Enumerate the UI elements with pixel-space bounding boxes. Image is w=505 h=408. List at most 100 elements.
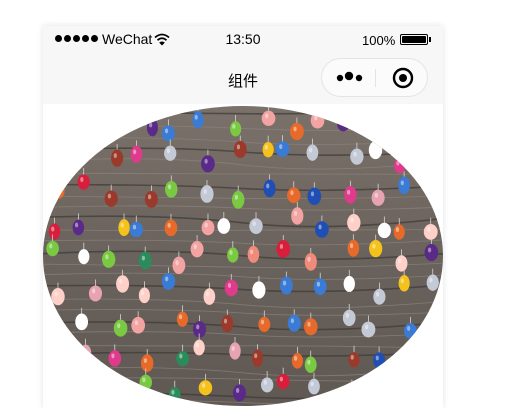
egg: [438, 349, 443, 367]
hanging-eggs-photo: [43, 106, 443, 406]
egg-highlight: [339, 118, 344, 124]
egg-highlight: [106, 378, 110, 384]
egg: [366, 381, 380, 398]
egg-highlight: [396, 160, 400, 166]
egg-highlight: [293, 126, 297, 132]
egg: [161, 272, 176, 290]
egg-highlight: [347, 189, 351, 195]
egg-highlight: [171, 389, 175, 395]
egg-highlight: [266, 183, 270, 189]
egg: [230, 121, 242, 137]
egg-highlight: [203, 189, 207, 194]
egg-highlight: [440, 353, 443, 359]
egg-highlight: [427, 247, 432, 253]
egg: [247, 245, 260, 263]
egg-highlight: [427, 227, 431, 232]
egg-highlight: [82, 347, 86, 353]
egg-highlight: [307, 256, 311, 262]
egg: [116, 275, 130, 293]
egg-highlight: [141, 290, 145, 296]
oval-image: [43, 106, 443, 406]
egg: [144, 190, 158, 208]
egg-highlight: [83, 123, 87, 129]
egg-highlight: [51, 226, 55, 232]
egg-highlight: [234, 194, 239, 200]
egg: [395, 255, 408, 272]
egg: [161, 125, 175, 142]
egg-highlight: [309, 147, 313, 153]
status-bar: WeChat 13:50 100%: [43, 26, 443, 54]
egg: [258, 316, 271, 333]
egg-highlight: [134, 320, 138, 326]
egg-highlight: [433, 147, 437, 152]
egg-highlight: [205, 291, 210, 297]
egg-highlight: [398, 258, 402, 264]
egg: [227, 247, 239, 263]
egg-highlight: [175, 260, 179, 266]
egg-highlight: [74, 222, 79, 228]
egg: [313, 278, 327, 296]
egg-highlight: [290, 318, 295, 324]
egg: [48, 223, 61, 240]
egg: [164, 219, 178, 237]
egg: [345, 385, 359, 402]
navigation-bar: 组件: [43, 54, 443, 104]
egg: [107, 124, 120, 140]
egg-highlight: [318, 224, 322, 230]
egg: [139, 374, 153, 390]
egg: [361, 321, 376, 338]
egg-highlight: [316, 281, 321, 287]
egg-highlight: [440, 388, 443, 394]
battery-icon: [400, 34, 428, 45]
egg-highlight: [196, 324, 200, 330]
egg-highlight: [294, 355, 298, 361]
egg-highlight: [250, 249, 254, 255]
egg: [342, 309, 356, 327]
egg-highlight: [380, 225, 385, 231]
egg-highlight: [438, 127, 442, 133]
more-dots-icon[interactable]: [336, 70, 364, 84]
egg-highlight: [167, 222, 171, 228]
egg: [252, 281, 266, 299]
egg-highlight: [314, 115, 318, 121]
egg: [304, 252, 317, 271]
egg-highlight: [54, 291, 58, 297]
egg: [46, 240, 59, 257]
egg-highlight: [120, 222, 124, 228]
egg: [101, 250, 116, 268]
egg-highlight: [49, 243, 53, 249]
egg: [193, 339, 205, 356]
egg: [165, 180, 178, 198]
egg: [373, 352, 386, 369]
egg-highlight: [113, 153, 117, 159]
battery-percent: 100%: [362, 33, 396, 48]
egg: [75, 313, 89, 331]
target-close-icon[interactable]: [392, 67, 414, 89]
egg: [53, 182, 65, 199]
egg: [260, 377, 274, 393]
egg: [229, 342, 241, 360]
egg-highlight: [236, 388, 240, 393]
egg-highlight: [47, 324, 51, 330]
egg: [262, 142, 274, 158]
egg: [200, 185, 214, 203]
egg: [44, 321, 57, 337]
egg-highlight: [179, 314, 183, 320]
egg: [393, 224, 405, 240]
egg-highlight: [407, 354, 411, 360]
egg-highlight: [149, 122, 153, 128]
egg: [336, 115, 350, 132]
egg-highlight: [345, 313, 350, 318]
egg: [131, 316, 146, 334]
egg-highlight: [92, 288, 96, 294]
egg: [172, 256, 186, 275]
egg: [405, 350, 417, 369]
egg: [138, 287, 150, 304]
egg: [203, 288, 216, 305]
egg-highlight: [220, 221, 224, 226]
egg-highlight: [110, 127, 114, 132]
egg-highlight: [426, 317, 431, 322]
phone-frame: WeChat 13:50 100% 组件: [43, 26, 443, 408]
egg-highlight: [193, 244, 197, 250]
egg: [430, 143, 443, 161]
